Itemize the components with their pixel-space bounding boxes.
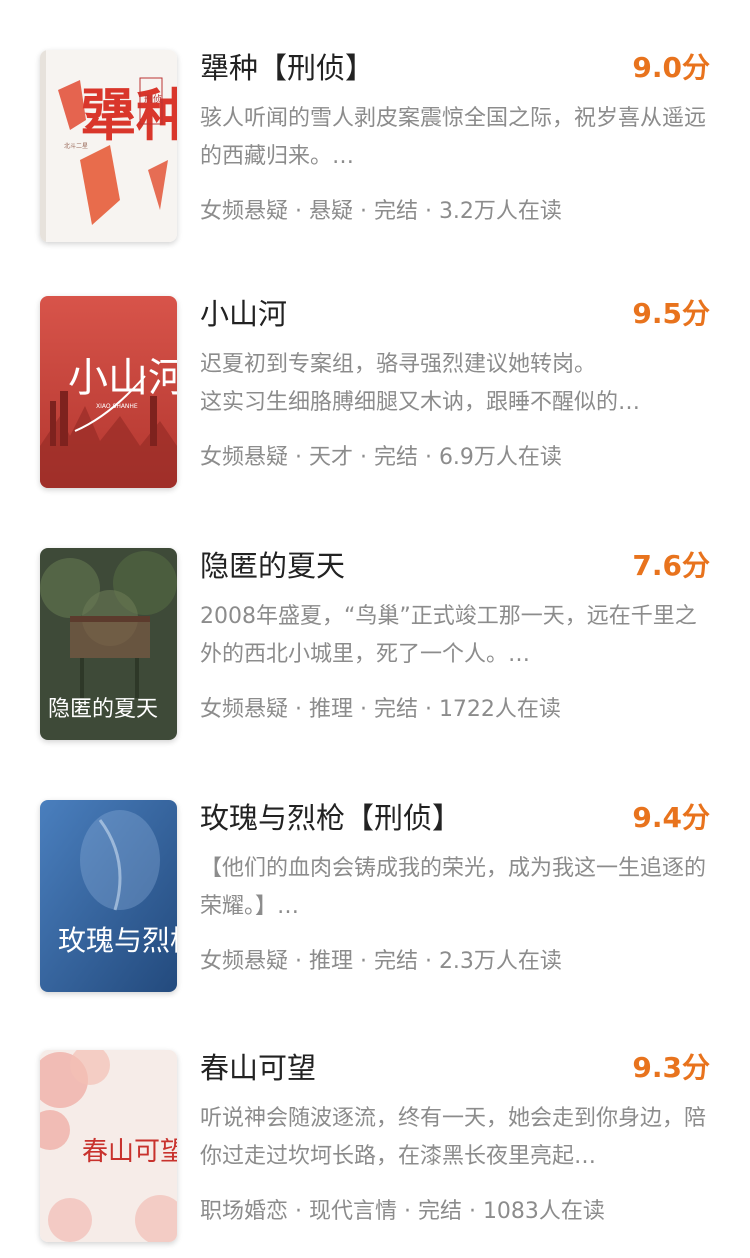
book-cover[interactable]: 犟种 刑侦 北斗二星	[40, 50, 177, 242]
book-item-2[interactable]: 小山河 XIAO SHANHE 小山河 9.5分 迟夏初到专案组，骆寻强烈建议她…	[0, 296, 750, 496]
book-cover[interactable]: 小山河 XIAO SHANHE	[40, 296, 177, 488]
book-description: 2008年盛夏，“鸟巢”正式竣工那一天，远在千里之外的西北小城里，死了一个人。…	[200, 604, 697, 667]
cover-art: 玫瑰与烈枪	[40, 800, 177, 992]
book-item-5[interactable]: 春山可望 春山可望 9.3分 听说神会随波逐流，终有一天，她会走到你身边，陪你过…	[0, 1050, 750, 1250]
book-cover[interactable]: 春山可望	[40, 1050, 177, 1242]
book-description: 迟夏初到专案组，骆寻强烈建议她转岗。 这实习生细胳膊细腿又木讷，跟睡不醒似的…	[200, 352, 641, 415]
book-title[interactable]: 小山河	[200, 296, 287, 332]
book-score: 9.4分	[632, 801, 710, 834]
cover-title-art-3: 隐匿的夏天	[48, 697, 158, 722]
book-item-3[interactable]: 隐匿的夏天 隐匿的夏天 7.6分 2008年盛夏，“鸟巢”正式竣工那一天，远在千…	[0, 548, 750, 748]
book-cover[interactable]: 玫瑰与烈枪	[40, 800, 177, 992]
cover-art: 小山河 XIAO SHANHE	[40, 296, 177, 488]
book-meta: 女频悬疑 · 推理 · 完结 · 2.3万人在读	[200, 949, 562, 974]
book-description: 【他们的血肉会铸成我的荣光，成为我这一生追逐的荣耀。】…	[200, 856, 707, 919]
book-title[interactable]: 隐匿的夏天	[200, 548, 345, 584]
book-item-1[interactable]: 犟种 刑侦 北斗二星 犟种【刑侦】 9.0分 骇人听闻的雪人剥皮案震惊全国之际，…	[0, 50, 750, 250]
cover-title-art-4: 玫瑰与烈枪	[58, 924, 177, 957]
book-title[interactable]: 犟种【刑侦】	[200, 50, 374, 86]
book-meta: 女频悬疑 · 天才 · 完结 · 6.9万人在读	[200, 445, 562, 470]
book-score: 9.5分	[632, 297, 710, 330]
book-title[interactable]: 玫瑰与烈枪【刑侦】	[200, 800, 461, 836]
book-title[interactable]: 春山可望	[200, 1050, 316, 1086]
cover-label-1: 刑侦	[144, 94, 162, 105]
book-score: 9.3分	[632, 1051, 710, 1084]
book-meta: 女频悬疑 · 悬疑 · 完结 · 3.2万人在读	[200, 199, 562, 224]
book-description: 听说神会随波逐流，终有一天，她会走到你身边，陪你过走过坎坷长路，在漆黑长夜里亮起…	[200, 1106, 707, 1169]
cover-author-1: 北斗二星	[64, 142, 88, 150]
cover-title-art-2: 小山河	[68, 355, 177, 401]
book-item-4[interactable]: 玫瑰与烈枪 玫瑰与烈枪【刑侦】 9.4分 【他们的血肉会铸成我的荣光，成为我这一…	[0, 800, 750, 1000]
cover-art: 隐匿的夏天	[40, 548, 177, 740]
book-meta: 职场婚恋 · 现代言情 · 完结 · 1083人在读	[200, 1199, 605, 1224]
book-cover[interactable]: 隐匿的夏天	[40, 548, 177, 740]
cover-art: 春山可望	[40, 1050, 177, 1242]
book-score: 7.6分	[632, 549, 710, 582]
cover-title-art-5: 春山可望	[82, 1137, 177, 1167]
book-meta: 女频悬疑 · 推理 · 完结 · 1722人在读	[200, 697, 561, 722]
book-description: 骇人听闻的雪人剥皮案震惊全国之际，祝岁喜从遥远的西藏归来。…	[200, 106, 707, 169]
cover-art: 犟种 刑侦 北斗二星	[40, 50, 177, 242]
book-list: 犟种 刑侦 北斗二星 犟种【刑侦】 9.0分 骇人听闻的雪人剥皮案震惊全国之际，…	[0, 0, 750, 1258]
book-score: 9.0分	[632, 51, 710, 84]
cover-pinyin-2: XIAO SHANHE	[96, 403, 138, 410]
